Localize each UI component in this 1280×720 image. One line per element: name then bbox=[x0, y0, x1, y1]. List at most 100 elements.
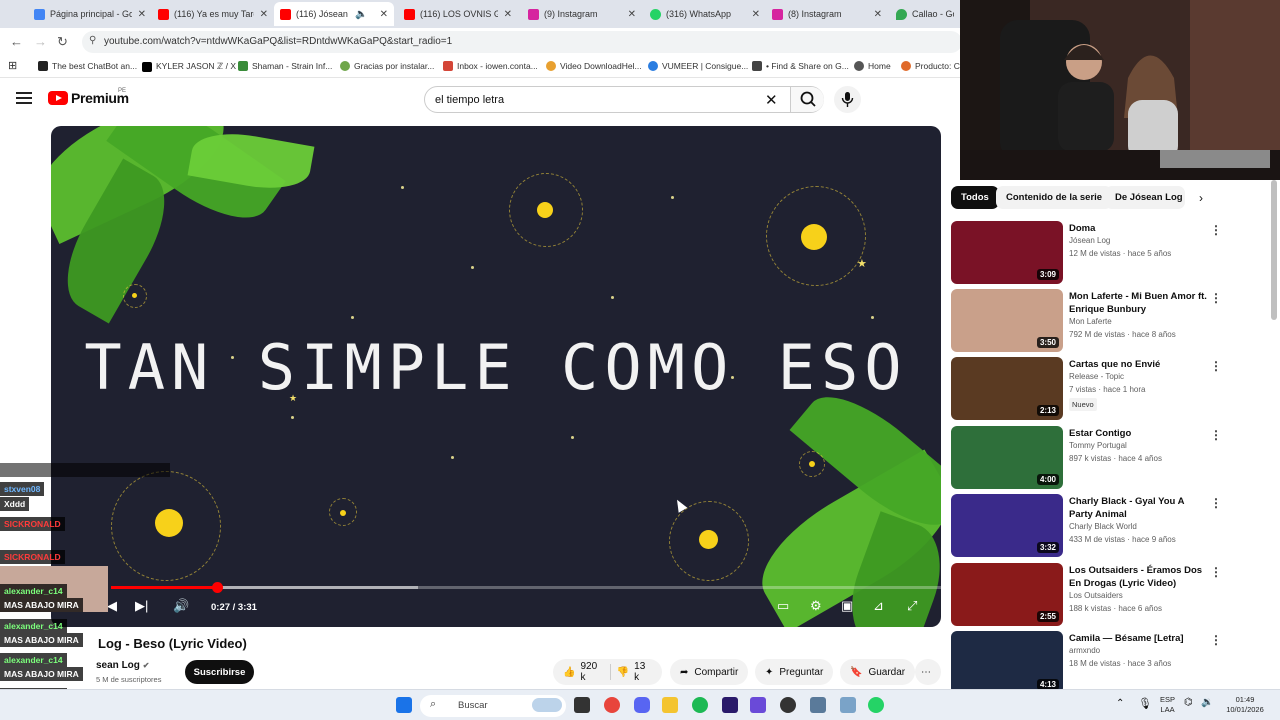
recommendation-channel[interactable]: Charly Black World bbox=[1069, 522, 1137, 531]
forward-icon[interactable]: → bbox=[34, 34, 47, 49]
more-actions-button[interactable]: ⋯ bbox=[915, 659, 941, 685]
wifi-icon[interactable]: ⌬ bbox=[1184, 697, 1193, 708]
bookmark-item[interactable]: Shaman - Strain Inf... bbox=[238, 61, 332, 71]
microphone-tray-icon[interactable]: 🎙 bbox=[1138, 697, 1152, 710]
recommendation-title[interactable]: Estar Contigo bbox=[1069, 427, 1209, 440]
search-input[interactable]: el tiempo letra bbox=[435, 94, 504, 106]
miniplayer-icon[interactable]: ▣ bbox=[841, 598, 853, 614]
recommendation-title[interactable]: Doma bbox=[1069, 222, 1209, 235]
video-thumbnail[interactable]: 3:50 bbox=[951, 289, 1063, 352]
browser-tab[interactable]: (9) Instagram ✕ bbox=[522, 2, 642, 26]
close-tab-icon[interactable]: ✕ bbox=[138, 9, 146, 20]
voice-search-button[interactable] bbox=[834, 86, 861, 113]
youtube-premium-logo[interactable]: Premium PE bbox=[48, 88, 129, 106]
channel-name[interactable]: sean Log ✔ bbox=[96, 660, 149, 671]
bookmark-item[interactable]: Gracias por instalar... bbox=[340, 61, 434, 71]
menu-icon[interactable] bbox=[16, 92, 32, 104]
scrubber-handle[interactable] bbox=[212, 582, 224, 593]
chevron-up-icon[interactable]: ⌃ bbox=[1116, 698, 1124, 709]
save-button[interactable]: 🔖 Guardar bbox=[840, 659, 916, 685]
recommendation-title[interactable]: Camila — Bésame [Letra] bbox=[1069, 632, 1209, 645]
browser-tab[interactable]: Callao - Goog bbox=[890, 2, 960, 26]
file-explorer-icon[interactable] bbox=[662, 697, 678, 713]
next-icon[interactable]: ▶| bbox=[135, 598, 148, 614]
video-thumbnail[interactable]: 4:00 bbox=[951, 426, 1063, 489]
app-icon[interactable] bbox=[840, 697, 856, 713]
language-indicator[interactable]: ESP LAA bbox=[1160, 695, 1175, 715]
reload-icon[interactable]: ↻ bbox=[57, 34, 68, 50]
windows-start-icon[interactable] bbox=[396, 697, 412, 713]
recommendation-item[interactable]: 4:00 Estar Contigo Tommy Portugal 897 k vis… bbox=[951, 426, 1241, 490]
recommendation-channel[interactable]: armxndo bbox=[1069, 646, 1100, 655]
recommendation-channel[interactable]: Tommy Portugal bbox=[1069, 441, 1127, 450]
recommendation-item[interactable]: 3:09 Doma Jósean Log 12 M de vistas · hace … bbox=[951, 221, 1241, 285]
chip-channel[interactable]: De Jósean Log bbox=[1105, 186, 1185, 209]
apps-grid-icon[interactable]: ⊞ bbox=[8, 59, 17, 72]
video-player[interactable]: ★ ★ TAN SIMPLE COMO ESO ◀ ▶| 🔊 0:27 / 3:… bbox=[51, 126, 941, 627]
close-tab-icon[interactable]: ✕ bbox=[874, 9, 882, 20]
bookmark-item[interactable]: Video DownloadHel... bbox=[546, 61, 642, 71]
recommendation-title[interactable]: Los Outsaiders - Éramos Dos En Drogas (L… bbox=[1069, 564, 1209, 590]
close-tab-icon[interactable]: ✕ bbox=[380, 9, 388, 20]
more-vertical-icon[interactable]: ⋮ bbox=[1210, 496, 1222, 510]
url-field[interactable]: ⚲ youtube.com/watch?v=ntdwWKaGaPQ&list=R… bbox=[82, 31, 962, 53]
recommendation-item[interactable]: 3:50 Mon Laferte - Mi Buen Amor ft. Enriq… bbox=[951, 289, 1241, 353]
bookmark-item[interactable]: The best ChatBot an... bbox=[38, 61, 137, 71]
share-button[interactable]: ➦ Compartir bbox=[670, 659, 749, 685]
settings-icon[interactable] bbox=[810, 697, 826, 713]
progress-bar[interactable] bbox=[111, 582, 941, 593]
recommendation-channel[interactable]: Mon Laferte bbox=[1069, 317, 1112, 326]
bookmark-item[interactable]: KYLER JASON ℤ / X bbox=[142, 61, 236, 72]
recommendation-channel[interactable]: Release - Topic bbox=[1069, 372, 1124, 381]
discord-icon[interactable] bbox=[634, 697, 650, 713]
bookmark-item[interactable]: VUMEER | Consigue... bbox=[648, 61, 748, 71]
close-tab-icon[interactable]: ✕ bbox=[260, 9, 268, 20]
browser-tab[interactable]: (116) Ya es muy Tarde✕ bbox=[152, 2, 274, 26]
chip-todos[interactable]: Todos bbox=[951, 186, 999, 209]
browser-tab[interactable]: Página principal - Go ✕ bbox=[28, 2, 152, 26]
spotify-icon[interactable] bbox=[692, 697, 708, 713]
more-vertical-icon[interactable]: ⋮ bbox=[1210, 291, 1222, 305]
close-tab-icon[interactable]: ✕ bbox=[752, 9, 760, 20]
browser-tab[interactable]: (316) WhatsApp ✕ bbox=[644, 2, 766, 26]
previous-icon[interactable]: ◀ bbox=[107, 598, 117, 614]
recommendation-channel[interactable]: Los Outsaiders bbox=[1069, 591, 1123, 600]
browser-tab[interactable]: (116) LOS OVNIS GR✕ bbox=[398, 2, 518, 26]
recommendation-title[interactable]: Charly Black - Gyal You A Party Animal bbox=[1069, 495, 1209, 521]
obs-icon[interactable] bbox=[780, 697, 796, 713]
video-thumbnail[interactable]: 3:32 bbox=[951, 494, 1063, 557]
site-info-icon[interactable]: ⚲ bbox=[89, 35, 96, 46]
speaker-icon[interactable]: 🔈 bbox=[355, 9, 367, 20]
recommendation-channel[interactable]: Jósean Log bbox=[1069, 236, 1110, 245]
premiere-icon[interactable] bbox=[722, 697, 738, 713]
recommendation-item[interactable]: 4:13 Camila — Bésame [Letra] armxndo 18 M d… bbox=[951, 631, 1241, 695]
video-thumbnail[interactable]: 4:13 bbox=[951, 631, 1063, 694]
clear-search-icon[interactable]: ✕ bbox=[765, 91, 778, 109]
browser-tab-active[interactable]: (116) Jósean Log🔈✕ bbox=[274, 2, 394, 26]
bookmark-item[interactable]: Inbox - iowen.conta... bbox=[443, 61, 538, 71]
ask-button[interactable]: ✦ Preguntar bbox=[755, 659, 834, 685]
taskbar-search[interactable]: ⌕ Buscar bbox=[420, 695, 566, 717]
fullscreen-icon[interactable]: ⤢ bbox=[907, 598, 917, 614]
more-vertical-icon[interactable]: ⋮ bbox=[1210, 633, 1222, 647]
recommendation-item[interactable]: 2:13 Cartas que no Envié Release - Topic 7 … bbox=[951, 357, 1241, 421]
bookmark-item[interactable]: • Find & Share on G... bbox=[752, 61, 849, 71]
chrome-icon[interactable] bbox=[604, 697, 620, 713]
bookmark-item[interactable]: Home bbox=[854, 61, 891, 71]
subtitles-icon[interactable]: ▭ bbox=[777, 598, 789, 614]
teams-icon[interactable] bbox=[750, 697, 766, 713]
recommendation-item[interactable]: 3:32 Charly Black - Gyal You A Party Anim… bbox=[951, 494, 1241, 558]
whatsapp-icon[interactable] bbox=[868, 697, 884, 713]
volume-tray-icon[interactable]: 🔉 bbox=[1201, 697, 1213, 708]
task-view-icon[interactable] bbox=[574, 697, 590, 713]
scrollbar[interactable] bbox=[1271, 180, 1277, 320]
video-thumbnail[interactable]: 2:55 bbox=[951, 563, 1063, 626]
video-thumbnail[interactable]: 2:13 bbox=[951, 357, 1063, 420]
chevron-right-icon[interactable]: › bbox=[1199, 191, 1203, 205]
close-tab-icon[interactable]: ✕ bbox=[628, 9, 636, 20]
bookmark-item[interactable]: Producto: Co bbox=[901, 61, 965, 71]
cast-icon[interactable]: ⊿ bbox=[873, 598, 884, 614]
dislike-button[interactable]: 👎 13 k bbox=[617, 661, 652, 683]
video-thumbnail[interactable]: 3:09 bbox=[951, 221, 1063, 284]
search-box[interactable]: el tiempo letra ✕ bbox=[424, 86, 824, 113]
